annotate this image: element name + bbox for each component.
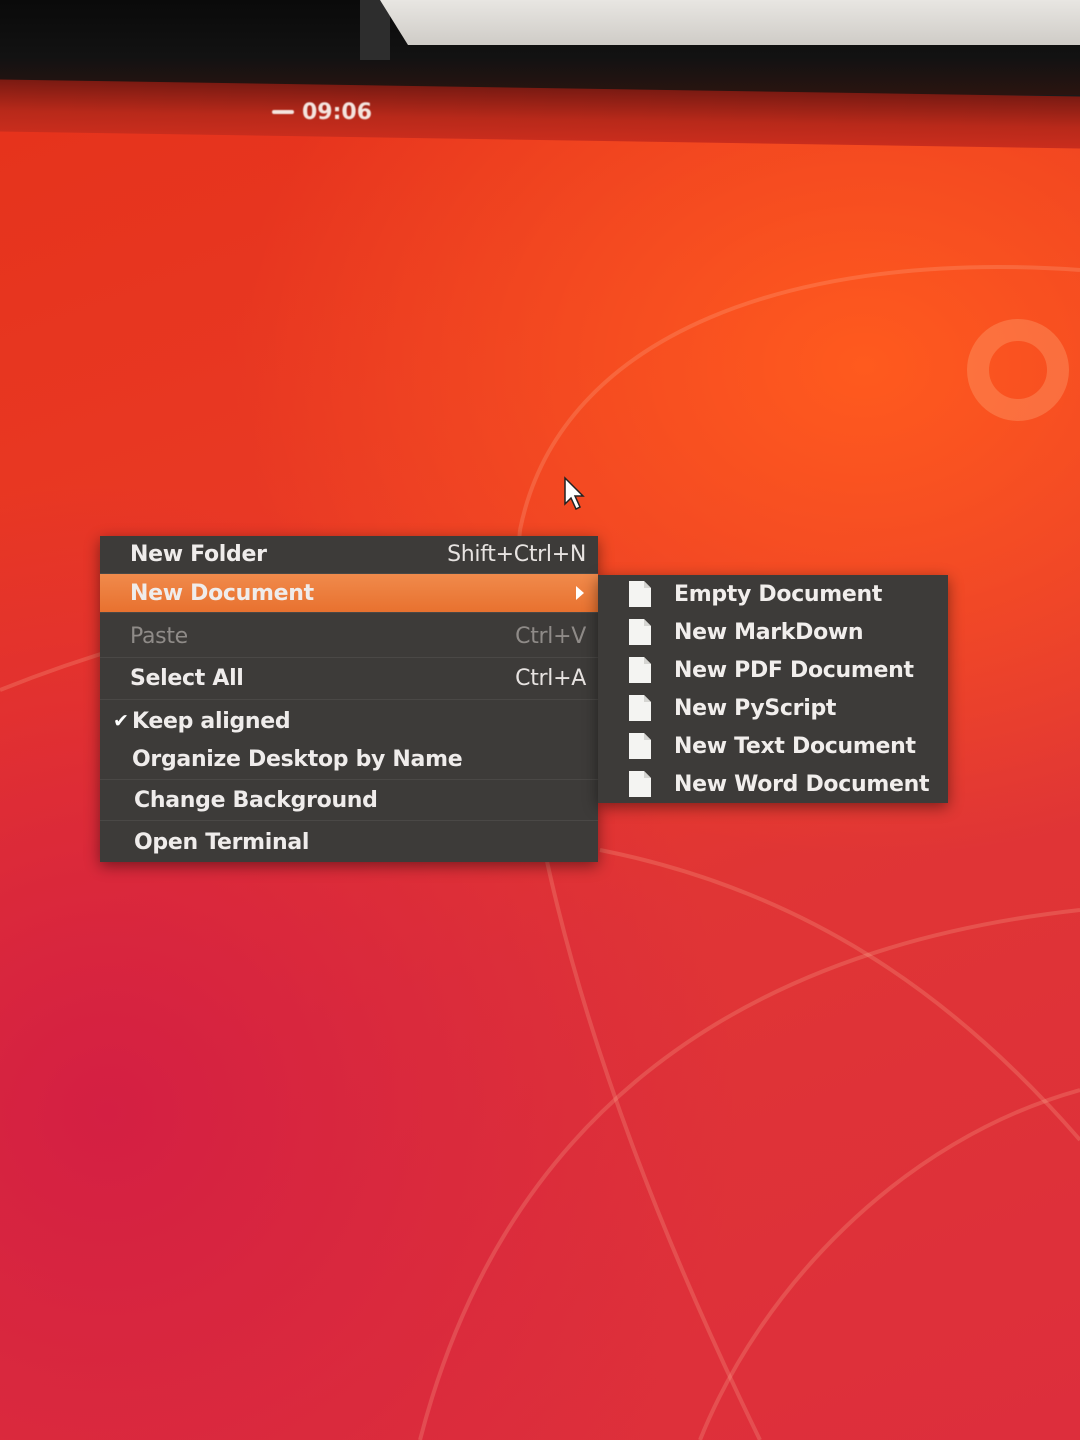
menu-item-change-background[interactable]: Change Background: [100, 781, 598, 821]
desktop-context-menu: New Folder Shift+Ctrl+N New Document Pas…: [100, 536, 598, 862]
submenu-item-new-text-document[interactable]: New Text Document: [598, 727, 948, 765]
submenu-item-new-pyscript[interactable]: New PyScript: [598, 689, 948, 727]
submenu-item-label: New MarkDown: [674, 619, 864, 645]
clock-label: 09:06: [302, 99, 373, 125]
menu-item-organize-desktop[interactable]: Organize Desktop by Name: [100, 740, 598, 780]
document-icon: [629, 581, 651, 607]
menu-item-label: Organize Desktop by Name: [132, 747, 463, 772]
submenu-item-label: New PDF Document: [674, 657, 914, 683]
menu-item-accel: Ctrl+A: [515, 666, 586, 691]
submenu-item-empty-document[interactable]: Empty Document: [598, 575, 948, 613]
checkmark-icon: ✔: [113, 710, 129, 732]
menu-item-paste[interactable]: Paste Ctrl+V: [100, 616, 598, 658]
room-background-edge: [360, 0, 390, 60]
menu-item-label: Keep aligned: [132, 708, 291, 734]
submenu-item-label: New Text Document: [674, 733, 916, 759]
menu-item-label: New Folder: [130, 542, 267, 567]
submenu-item-new-pdf-document[interactable]: New PDF Document: [598, 651, 948, 689]
menu-item-label: Open Terminal: [134, 829, 310, 855]
submenu-item-new-word-document[interactable]: New Word Document: [598, 765, 948, 803]
submenu-item-label: New Word Document: [674, 771, 930, 797]
menu-item-new-folder[interactable]: New Folder Shift+Ctrl+N: [100, 536, 598, 574]
submenu-item-label: New PyScript: [674, 695, 837, 721]
room-background: [380, 0, 1080, 45]
document-icon: [629, 619, 651, 645]
document-icon: [629, 733, 651, 759]
submenu-item-label: Empty Document: [674, 581, 883, 607]
document-icon: [629, 695, 651, 721]
menu-item-accel: Ctrl+V: [515, 624, 586, 649]
submenu-arrow-icon: [576, 586, 584, 600]
panel-clock[interactable]: 09:06: [272, 96, 372, 128]
menu-item-select-all[interactable]: Select All Ctrl+A: [100, 658, 598, 700]
submenu-item-new-markdown[interactable]: New MarkDown: [598, 613, 948, 651]
menu-item-accel: Shift+Ctrl+N: [447, 542, 586, 567]
menu-item-label: Paste: [130, 624, 188, 649]
mouse-cursor-icon: [564, 476, 585, 511]
menu-item-open-terminal[interactable]: Open Terminal: [100, 822, 598, 862]
document-icon: [629, 771, 651, 797]
menu-item-keep-aligned[interactable]: ✔ Keep aligned: [100, 702, 598, 740]
menu-item-label: New Document: [130, 580, 314, 606]
menu-item-new-document[interactable]: New Document: [100, 574, 598, 613]
menu-item-label: Select All: [130, 666, 244, 691]
document-icon: [629, 657, 651, 683]
new-document-submenu: Empty Document New MarkDown New PDF Docu…: [598, 575, 948, 803]
menu-item-label: Change Background: [134, 788, 378, 813]
dash-icon: [272, 110, 294, 114]
